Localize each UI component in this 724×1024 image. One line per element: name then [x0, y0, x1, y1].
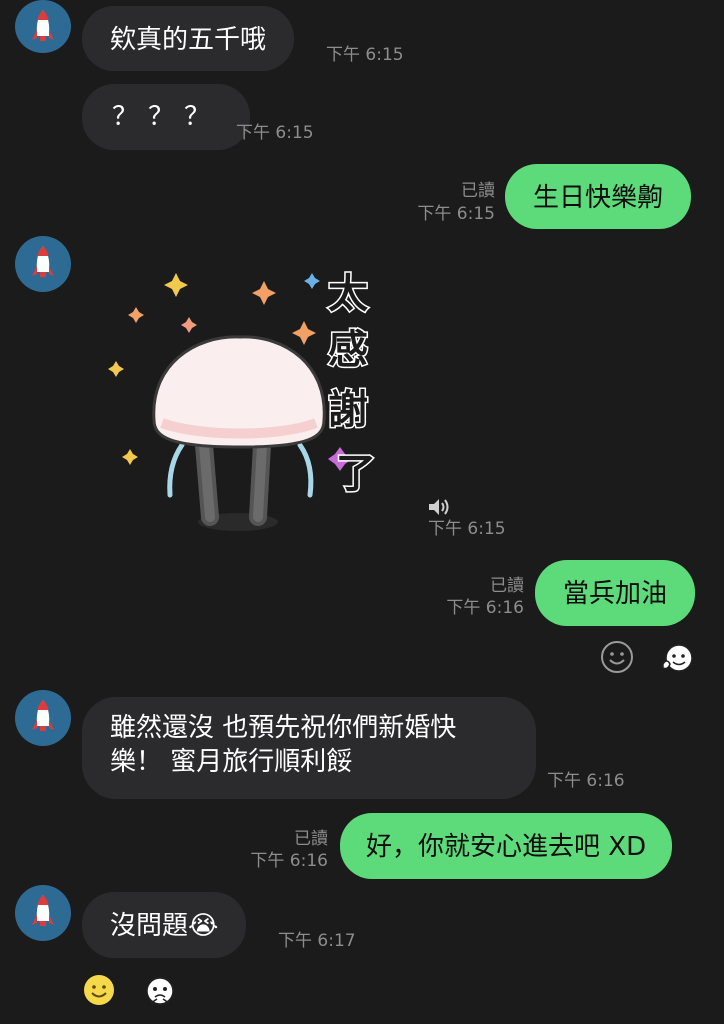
message-bubble[interactable]: 生日快樂齁: [505, 164, 692, 229]
sticker-face-icon[interactable]: [143, 975, 177, 1009]
rocket-icon: [32, 10, 54, 41]
message-text: 欸真的五千哦: [110, 25, 267, 55]
rocket-icon: [32, 246, 54, 277]
speaker-icon[interactable]: [427, 497, 451, 517]
message-bubble[interactable]: 沒問題😭: [82, 892, 247, 958]
sticker-jellyfish-thanks[interactable]: 太 感 謝 了: [100, 255, 400, 540]
chat-view: 欸真的五千哦 下午 6:15 ？？？ 下午 6:15 已讀 下午 6:15 生日…: [0, 0, 724, 1024]
message-time: 下午 6:16: [446, 598, 524, 618]
message-bubble[interactable]: 雖然還沒 也預先祝你們新婚快樂！ 蜜月旅行順利餒: [82, 697, 536, 799]
message-time: 下午 6:15: [428, 519, 506, 539]
message-text: 好，你就安心進去吧 XD: [366, 832, 647, 862]
message-text: 生日快樂齁: [533, 183, 664, 213]
message-bubble[interactable]: 欸真的五千哦: [82, 6, 295, 71]
rocket-icon: [32, 700, 54, 731]
avatar[interactable]: [15, 236, 71, 292]
message-bubble[interactable]: 好，你就安心進去吧 XD: [340, 813, 673, 879]
rocket-icon: [32, 895, 54, 926]
message-time: 下午 6:15: [236, 123, 314, 143]
avatar[interactable]: [15, 0, 71, 53]
message-time: 下午 6:16: [250, 851, 328, 871]
message-text: 雖然還沒 也預先祝你們新婚快樂！ 蜜月旅行順利餒: [110, 713, 457, 777]
message-text: ？？？: [112, 102, 221, 132]
svg-text:謝: 謝: [328, 387, 368, 433]
message-time: 下午 6:17: [278, 931, 356, 951]
smiley-outline-icon[interactable]: [600, 640, 634, 674]
message-bubble[interactable]: ？？？: [82, 84, 251, 150]
read-receipt: 已讀: [461, 181, 495, 201]
smiley-yellow-icon[interactable]: [82, 973, 116, 1007]
sticker-face-icon[interactable]: [660, 642, 694, 676]
message-text: 沒問題😭: [110, 911, 219, 941]
read-receipt: 已讀: [294, 829, 328, 849]
message-time: 下午 6:16: [547, 771, 625, 791]
message-bubble[interactable]: 當兵加油: [535, 560, 696, 626]
svg-text:了: 了: [336, 451, 376, 497]
avatar[interactable]: [15, 885, 71, 941]
message-time: 下午 6:15: [326, 45, 404, 65]
message-time: 下午 6:15: [417, 204, 495, 224]
svg-text:太: 太: [328, 271, 368, 317]
svg-text:感: 感: [328, 327, 368, 373]
avatar[interactable]: [15, 690, 71, 746]
read-receipt: 已讀: [490, 576, 524, 596]
message-text: 當兵加油: [563, 579, 668, 609]
